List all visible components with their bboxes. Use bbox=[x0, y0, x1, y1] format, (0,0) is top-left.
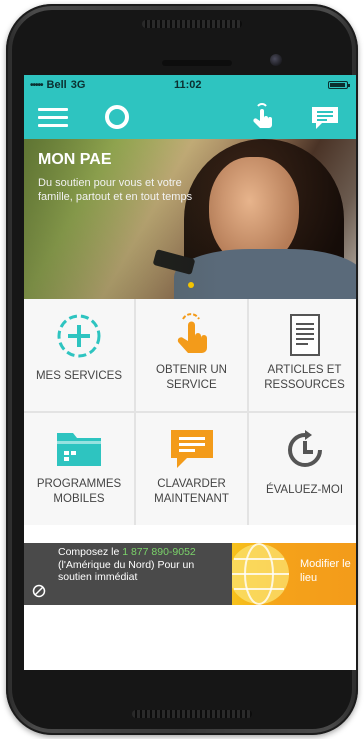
call-support-button[interactable]: Composez le 1 877 890-9052 (l'Amérique d… bbox=[24, 543, 232, 605]
ring-logo-icon[interactable] bbox=[104, 104, 130, 130]
top-speaker-grille bbox=[142, 20, 242, 28]
proximity-sensor bbox=[162, 60, 232, 66]
touch-hand-icon[interactable] bbox=[249, 103, 275, 131]
tile-label: PROGRAMMES MOBILES bbox=[36, 478, 122, 505]
tile-label: MES SERVICES bbox=[35, 370, 123, 382]
tile-label: ÉVALUEZ-MOI bbox=[265, 484, 344, 496]
network-type: 3G bbox=[70, 79, 86, 91]
support-phone-number[interactable]: 1 877 890-9052 bbox=[122, 546, 196, 558]
folder-icon bbox=[57, 433, 101, 466]
call-banner: Composez le 1 877 890-9052 (l'Amérique d… bbox=[24, 543, 356, 605]
carrier-name: Bell bbox=[46, 79, 67, 91]
no-location-icon bbox=[32, 584, 46, 598]
modify-location-label: Modifier le lieu bbox=[300, 558, 351, 584]
tile-evaluez-moi[interactable]: ÉVALUEZ-MOI bbox=[249, 413, 356, 525]
tile-mes-services[interactable]: MES SERVICES bbox=[24, 299, 134, 411]
tile-clavarder-maintenant[interactable]: CLAVARDER MAINTENANT bbox=[136, 413, 247, 525]
globe-icon bbox=[232, 543, 289, 605]
tile-articles-ressources[interactable]: ARTICLES ET RESSOURCES bbox=[249, 299, 356, 411]
app-bar bbox=[24, 95, 356, 139]
tile-obtenir-service[interactable]: OBTENIR UN SERVICE bbox=[136, 299, 247, 411]
tile-programmes-mobiles[interactable]: PROGRAMMES MOBILES bbox=[24, 413, 134, 525]
carousel-dot[interactable] bbox=[188, 282, 194, 288]
plus-circle-icon bbox=[57, 314, 101, 358]
modify-location-button[interactable]: Modifier le lieu bbox=[232, 543, 356, 605]
chat-bubble-icon[interactable] bbox=[310, 105, 340, 131]
status-bar: ••••• Bell 3G 11:02 bbox=[24, 75, 356, 95]
hamburger-icon[interactable] bbox=[38, 108, 68, 128]
document-icon bbox=[289, 314, 320, 356]
front-camera bbox=[270, 54, 282, 66]
hero-banner: MON PAE Du soutien pour vous et votre fa… bbox=[24, 139, 356, 299]
chat-icon bbox=[170, 430, 213, 468]
clock-icon bbox=[287, 430, 322, 467]
battery-icon bbox=[328, 81, 350, 89]
hero-title: MON PAE bbox=[38, 151, 112, 168]
touch-hand-icon bbox=[177, 313, 207, 353]
call-text-suffix: (l'Amérique du Nord) Pour un soutien imm… bbox=[58, 558, 195, 584]
call-text-prefix: Composez le bbox=[58, 546, 123, 558]
status-time: 11:02 bbox=[174, 79, 202, 91]
bottom-speaker-grille bbox=[132, 710, 252, 718]
tile-label: OBTENIR UN SERVICE bbox=[156, 364, 227, 391]
hero-subtitle: Du soutien pour vous et votre famille, p… bbox=[38, 177, 193, 203]
services-grid: MES SERVICES OBTENIR UN SERVICE ARTICLES… bbox=[24, 299, 356, 525]
tile-label: ARTICLES ET RESSOURCES bbox=[264, 364, 345, 391]
status-left: ••••• Bell 3G bbox=[30, 79, 85, 91]
signal-strength: ••••• bbox=[30, 79, 43, 91]
tile-label: CLAVARDER MAINTENANT bbox=[154, 478, 229, 505]
screen-bottom-blank bbox=[24, 605, 356, 670]
app-screen: ••••• Bell 3G 11:02 MON PAE Du soutien p… bbox=[24, 75, 356, 670]
